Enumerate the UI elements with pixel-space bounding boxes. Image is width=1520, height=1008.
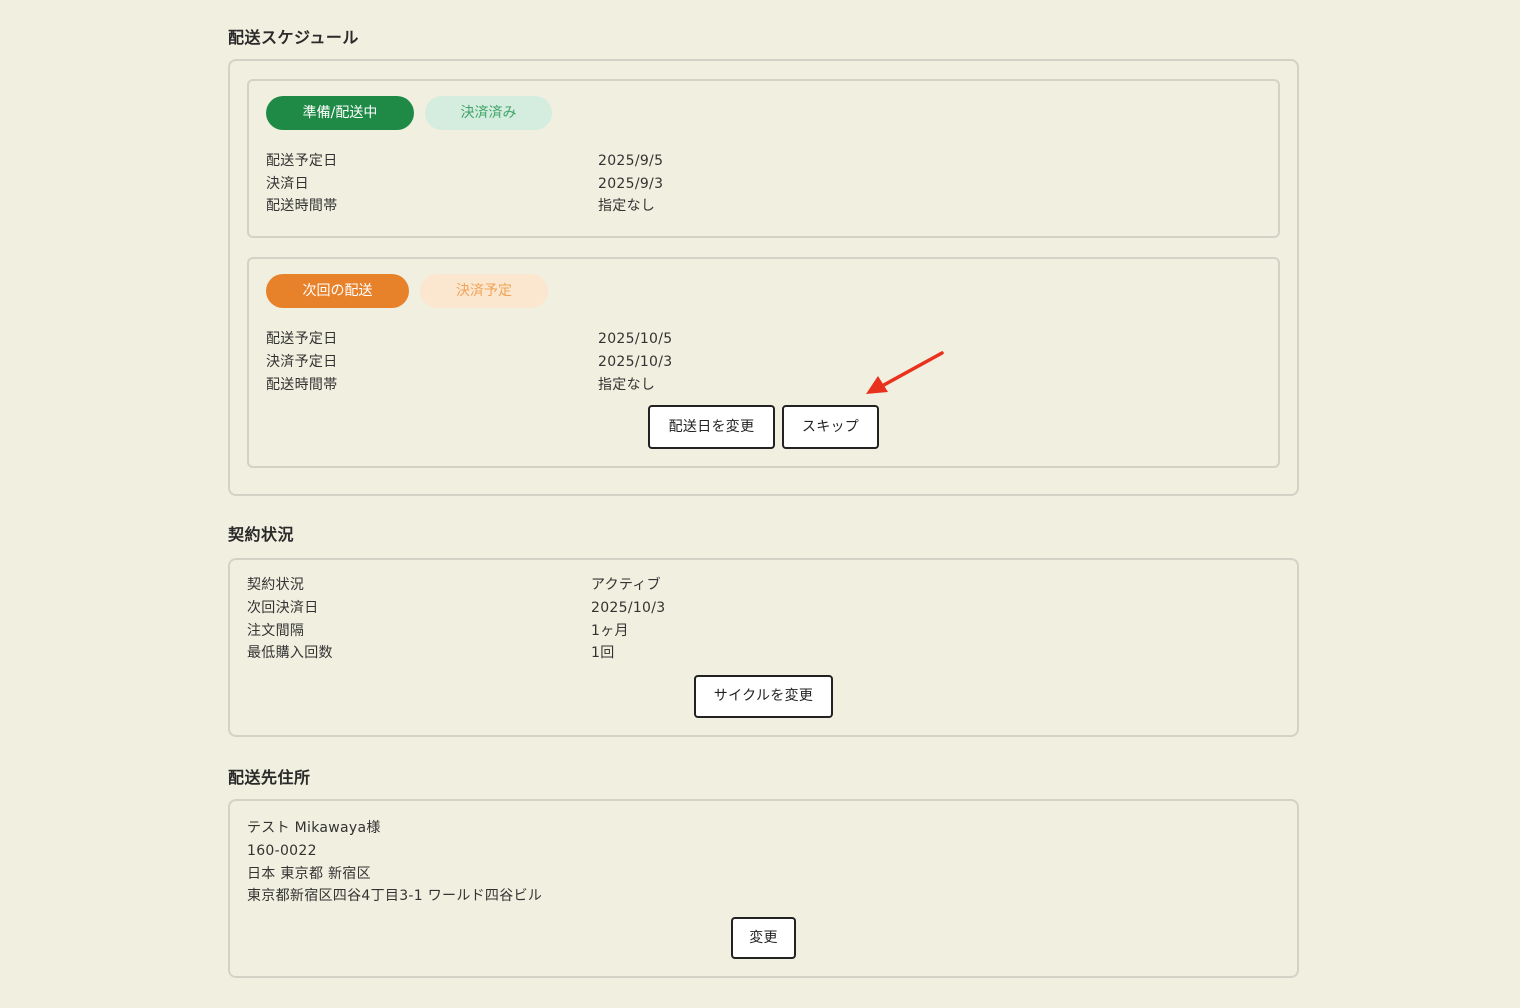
delivery-schedule-title: 配送スケジュール xyxy=(228,28,359,47)
change-delivery-date-button[interactable]: 配送日を変更 xyxy=(648,405,775,449)
row-value: 指定なし xyxy=(598,198,656,214)
address-line: 日本 東京都 新宿区 xyxy=(247,866,371,882)
row-value: 2025/9/5 xyxy=(598,153,664,169)
row-label: 次回決済日 xyxy=(247,600,319,616)
address-line: 東京都新宿区四谷4丁目3-1 ワールド四谷ビル xyxy=(247,888,543,904)
page: 配送スケジュール 準備/配送中 決済済み 配送予定日 2025/9/5 決済日 … xyxy=(0,0,1520,1008)
change-address-button[interactable]: 変更 xyxy=(731,917,796,959)
row-label: 配送予定日 xyxy=(266,331,338,347)
row-value: 1ヶ月 xyxy=(591,623,629,639)
status-badge-preparing: 準備/配送中 xyxy=(266,96,414,130)
row-label: 契約状況 xyxy=(247,577,305,593)
row-value: 1回 xyxy=(591,645,615,661)
row-label: 最低購入回数 xyxy=(247,645,333,661)
address-line: 160-0022 xyxy=(247,843,317,859)
row-label: 決済予定日 xyxy=(266,354,338,370)
payment-badge-scheduled: 決済予定 xyxy=(420,274,548,308)
status-badge-next-delivery: 次回の配送 xyxy=(266,274,409,308)
contract-title: 契約状況 xyxy=(228,525,295,544)
change-cycle-button[interactable]: サイクルを変更 xyxy=(694,675,833,718)
row-label: 決済日 xyxy=(266,176,309,192)
row-value: 2025/9/3 xyxy=(598,176,664,192)
skip-button[interactable]: スキップ xyxy=(782,405,879,449)
row-label: 配送時間帯 xyxy=(266,198,338,214)
row-value: 2025/10/3 xyxy=(591,600,666,616)
row-value: 指定なし xyxy=(598,377,656,393)
address-line: テスト Mikawaya様 xyxy=(247,820,381,836)
row-label: 注文間隔 xyxy=(247,623,305,639)
annotation-arrow-icon xyxy=(866,351,944,394)
row-value: 2025/10/5 xyxy=(598,331,673,347)
row-value: アクティブ xyxy=(591,577,661,593)
row-label: 配送時間帯 xyxy=(266,377,338,393)
address-title: 配送先住所 xyxy=(228,768,311,787)
payment-badge-paid: 決済済み xyxy=(425,96,552,130)
row-value: 2025/10/3 xyxy=(598,354,673,370)
row-label: 配送予定日 xyxy=(266,153,338,169)
